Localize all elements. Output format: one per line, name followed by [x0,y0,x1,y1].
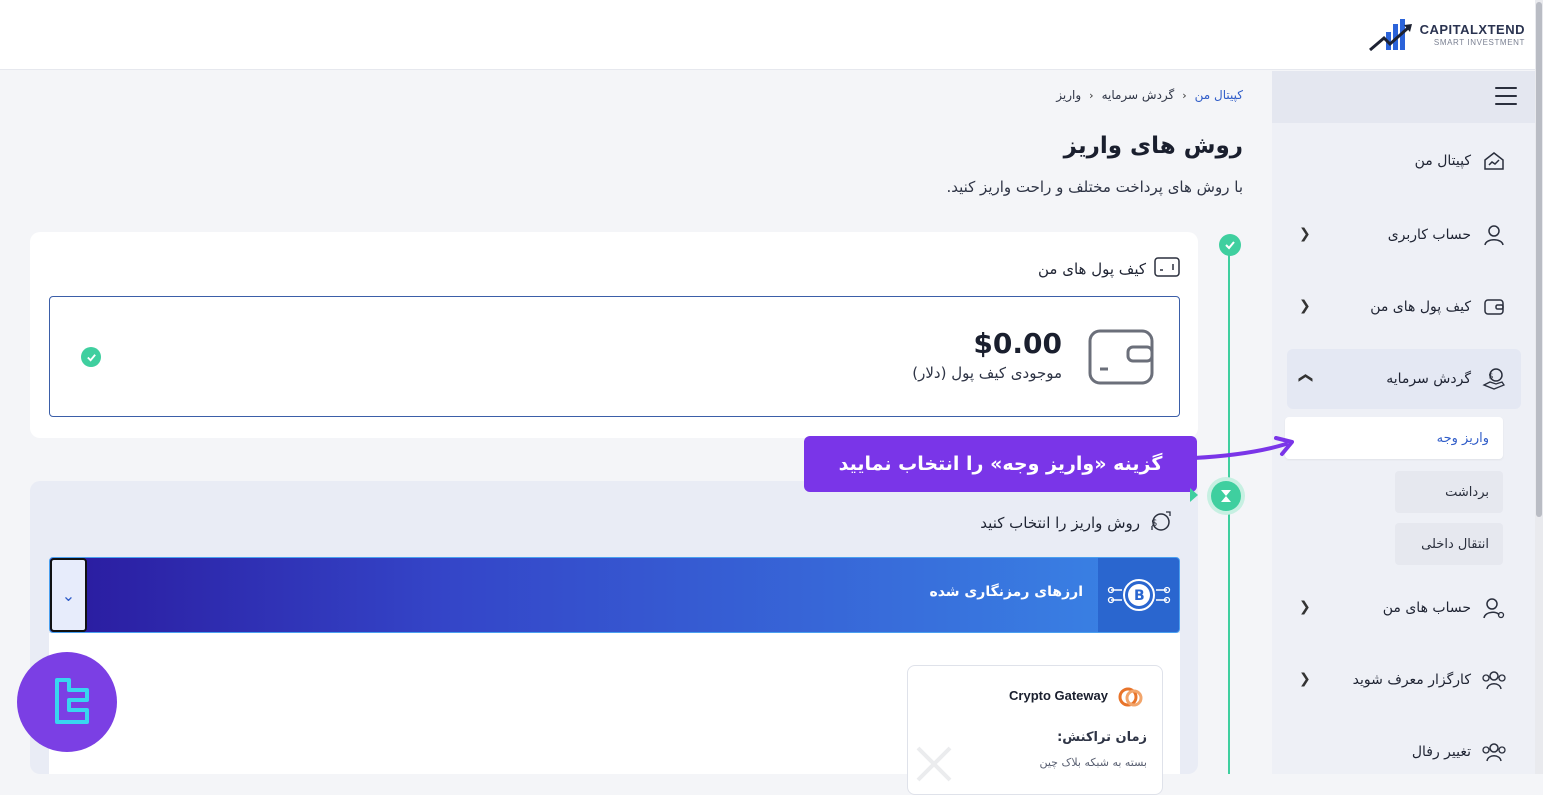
step-complete-icon [1219,234,1241,256]
wallet-balance-amount: $0.00 [973,327,1062,360]
page-subtitle: با روش های پرداخت مختلف و راحت واریز کنی… [946,178,1243,196]
bitcoin-network-icon: B [1098,558,1179,632]
scrollbar-thumb[interactable] [1536,2,1542,517]
svg-text:$: $ [1488,372,1493,381]
sidebar-item-my-wallets[interactable]: کیف پول های من ❮ [1287,277,1521,337]
sidebar-subitem-deposit[interactable]: واریز وجه [1285,417,1503,459]
chevron-left-icon: ‹ [1089,88,1094,102]
user-settings-icon [1481,595,1507,621]
sidebar-subitem-label: واریز وجه [1436,430,1489,446]
breadcrumb-capital-flow[interactable]: گردش سرمایه [1102,88,1175,102]
hourglass-icon [1211,481,1241,511]
sidebar-item-user-account[interactable]: حساب کاربری ❮ [1287,205,1521,265]
callout-pointer-icon [1190,488,1198,502]
breadcrumb-my-capital[interactable]: کپیتال من [1195,88,1243,102]
my-wallets-title: کیف پول های من [1038,256,1180,282]
instruction-callout: گزینه «واریز وجه» را انتخاب نمایید [804,436,1197,492]
sidebar-item-label: کپیتال من [1414,153,1471,169]
users-icon [1481,739,1507,765]
sidebar: کپیتال من حساب کاربری ❮ کیف پول های من ❮… [1272,71,1535,774]
chevron-left-icon: ‹ [1182,88,1187,102]
transaction-time-value: بسته به شبکه بلاک چین [1039,756,1147,769]
sidebar-item-label: تغییر رفال [1411,744,1471,760]
sidebar-item-my-accounts[interactable]: حساب های من ❮ [1287,578,1521,638]
transaction-time-label: زمان تراکنش: [1057,730,1147,745]
sidebar-subitem-withdraw[interactable]: برداشت [1395,471,1503,513]
logo-tagline: SMART INVESTMENT [1433,38,1525,47]
wallet-balance-box[interactable]: $0.00 موجودی کیف پول (دلار) [49,296,1180,417]
wallet-icon [1481,294,1507,320]
crypto-accordion-body: Crypto Gateway زمان تراکنش: بسته به شبکه… [49,633,1180,795]
deposit-methods-title: $ روش واریز را انتخاب کنید [980,509,1174,537]
sidebar-item-label: حساب های من [1382,600,1471,616]
page-title: روش های واریز [1063,133,1243,159]
sidebar-subitem-label: برداشت [1445,484,1489,500]
check-circle-icon [81,347,101,367]
crypto-accordion-label: ارزهای رمزنگاری شده [929,584,1083,600]
sidebar-item-become-ib[interactable]: کارگزار معرف شوید ❮ [1287,650,1521,710]
deposit-methods-card: $ روش واریز را انتخاب کنید ⌄ ارزهای رمزن… [30,481,1198,795]
sidebar-item-capital-flow[interactable]: $ گردش سرمایه ❮ [1287,349,1521,409]
home-chart-icon [1481,148,1507,174]
logo-mark-icon [1368,19,1412,52]
crypto-gateway-name: Crypto Gateway [1009,688,1108,703]
chevron-left-icon: ❮ [1299,599,1311,615]
callout-arrow-icon [1192,436,1294,460]
watermark-x-icon [916,746,952,782]
logo-name: CAPITALXTEND [1419,22,1525,37]
chevron-left-icon: ❮ [1299,226,1311,242]
sidebar-item-my-capital[interactable]: کپیتال من [1287,131,1521,191]
my-wallets-title-text: کیف پول های من [1038,260,1146,278]
breadcrumb: کپیتال من ‹ گردش سرمایه ‹ واریز [1056,88,1243,102]
crypto-gateway-card[interactable]: Crypto Gateway زمان تراکنش: بسته به شبکه… [907,665,1163,795]
wallet-icon [1154,256,1180,282]
hamburger-menu-icon[interactable] [1495,87,1517,105]
top-bar: CAPITALXTEND SMART INVESTMENT [0,0,1543,70]
chevron-down-icon: ❮ [1296,372,1313,384]
wallet-large-icon [1088,329,1154,385]
user-icon [1481,222,1507,248]
sidebar-item-label: کارگزار معرف شوید [1352,672,1471,688]
crypto-gateway-logo-icon [1118,687,1143,707]
crypto-accordion-header[interactable]: ⌄ ارزهای رمزنگاری شده B [49,557,1180,633]
svg-text:B: B [1134,588,1145,604]
money-exchange-icon: $ [1148,509,1174,537]
breadcrumb-deposit: واریز [1056,88,1082,102]
wallet-balance: $0.00 موجودی کیف پول (دلار) [912,327,1062,382]
sidebar-subitem-internal-transfer[interactable]: انتقال داخلی [1395,523,1503,565]
sidebar-item-label: گردش سرمایه [1386,371,1471,387]
support-badge-icon[interactable] [17,652,117,752]
users-icon [1481,667,1507,693]
my-wallets-card: کیف پول های من $0.00 موجودی کیف پول (دلا… [30,232,1198,438]
chevron-left-icon: ❮ [1299,298,1311,314]
deposit-methods-title-text: روش واریز را انتخاب کنید [980,514,1140,532]
sidebar-header [1272,71,1535,123]
page-scrollbar[interactable] [1535,0,1543,774]
wallet-balance-label: موجودی کیف پول (دلار) [912,364,1062,382]
sidebar-subitem-label: انتقال داخلی [1421,536,1489,552]
capitalxtend-logo[interactable]: CAPITALXTEND SMART INVESTMENT [1368,16,1525,54]
chevron-down-icon[interactable]: ⌄ [50,558,87,632]
sidebar-item-change-referral[interactable]: تغییر رفال [1287,722,1521,782]
sidebar-item-label: کیف پول های من [1370,299,1471,315]
sidebar-item-label: حساب کاربری [1387,227,1471,243]
money-hand-icon: $ [1481,366,1507,392]
chevron-left-icon: ❮ [1299,671,1311,687]
